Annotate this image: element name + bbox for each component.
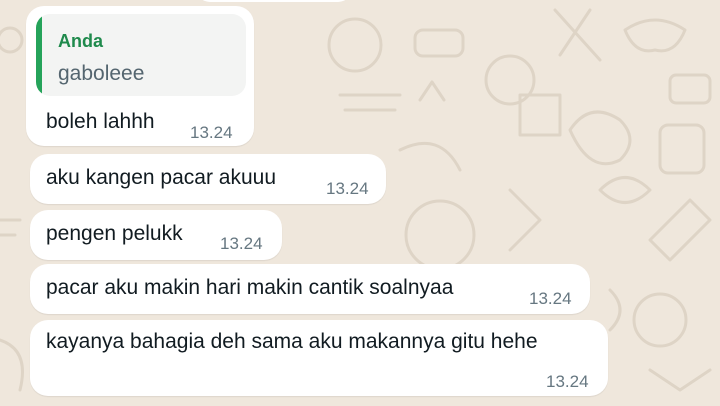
kite-doodle-icon (648, 198, 712, 262)
chopsticks-doodle-icon (553, 8, 602, 62)
chat-doodle-icon (413, 28, 465, 58)
feather-doodle-icon (398, 141, 462, 172)
message-text: boleh lahhh (46, 110, 155, 133)
house-doodle-icon (518, 93, 562, 137)
quote-accent-bar (36, 14, 42, 96)
lines-doodle-icon (0, 218, 22, 237)
message-timestamp: 13.24 (546, 372, 589, 391)
message-timestamp: 13.24 (220, 234, 263, 253)
flower-doodle-icon (568, 110, 632, 166)
previous-message-bubble (196, 0, 352, 2)
bowl-doodle-icon (623, 18, 687, 53)
message-timestamp: 13.24 (326, 179, 369, 198)
message-text: pengen pelukk (46, 222, 183, 245)
doodle-curve-icon (0, 338, 24, 392)
quoted-message[interactable]: Anda gaboleee (36, 14, 246, 96)
dot-doodle-icon (0, 26, 24, 54)
radio-doodle-icon (668, 73, 712, 105)
music-doodle-icon (418, 80, 446, 102)
wheel-doodle-icon (404, 199, 476, 271)
message-text: aku kangen pacar akuuu (46, 166, 277, 189)
ball-doodle-icon (484, 54, 536, 106)
smile-doodle-icon (632, 292, 688, 348)
moon-doodle-icon (608, 288, 622, 332)
message-text: pacar aku makin hari makin cantik soalny… (46, 276, 454, 299)
quoted-author: Anda (58, 31, 103, 51)
leaf-doodle-icon (598, 176, 652, 204)
smiley-doodle-icon (327, 17, 383, 73)
zigzag-doodle-icon (648, 368, 712, 392)
quoted-text: gaboleee (58, 62, 145, 85)
message-timestamp: 13.24 (190, 123, 233, 142)
calendar-doodle-icon (658, 123, 706, 175)
message-text: kayanya bahagia deh sama aku makannya gi… (46, 330, 538, 353)
arrow-doodle-icon (508, 188, 542, 252)
message-timestamp: 13.24 (529, 289, 572, 308)
waveform-doodle-icon (338, 93, 402, 112)
